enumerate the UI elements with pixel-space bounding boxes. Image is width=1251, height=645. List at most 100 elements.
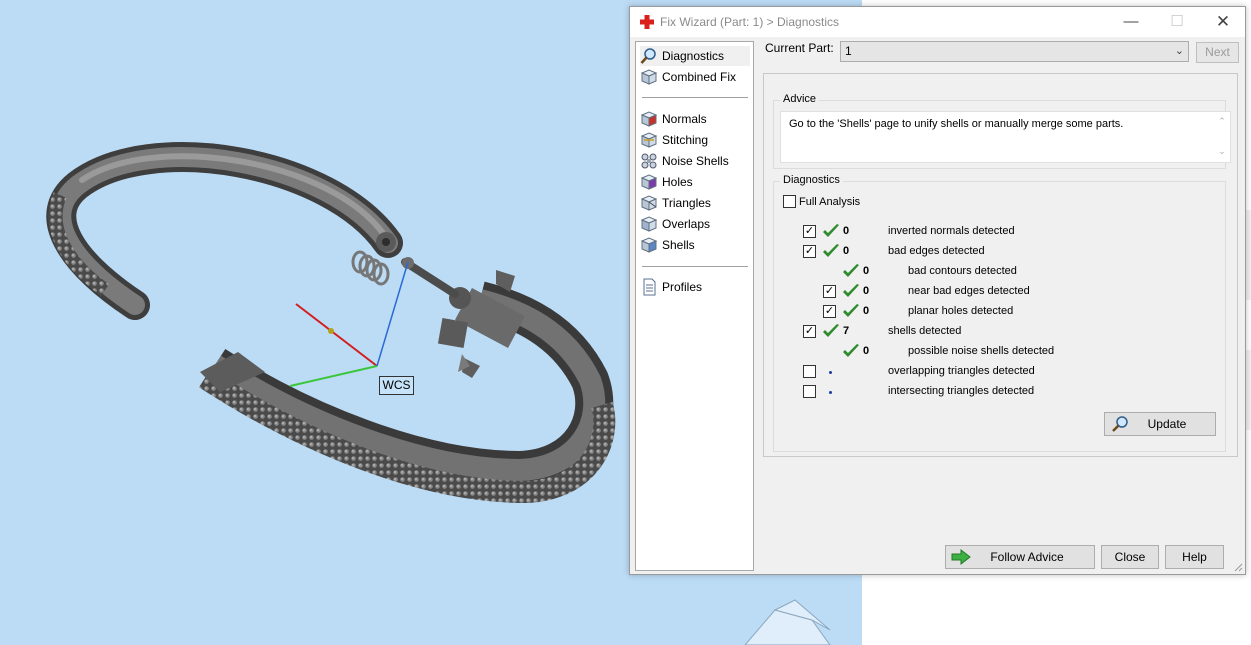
diagnostic-checkbox[interactable]: [803, 365, 816, 378]
diagnostic-label: possible noise shells detected: [908, 345, 1055, 357]
nav-label: Combined Fix: [662, 70, 737, 84]
diagnostic-count: 0: [843, 225, 850, 237]
diagnostic-count: 0: [863, 265, 870, 277]
pending-dot-icon: [829, 391, 832, 394]
nav-item-overlaps[interactable]: Overlaps: [640, 214, 750, 234]
diagnostic-checkbox[interactable]: [803, 385, 816, 398]
nav-item-normals[interactable]: Normals: [640, 109, 750, 129]
nav-label: Stitching: [662, 133, 709, 147]
current-part-value: 1: [845, 44, 852, 58]
advice-text: Go to the 'Shells' page to unify shells …: [789, 118, 1124, 130]
document-icon: [643, 278, 656, 296]
nav-label: Diagnostics: [662, 49, 725, 63]
magnifier-icon: [640, 48, 656, 64]
diagnostic-label: bad contours detected: [908, 265, 1017, 277]
diagnostic-label: inverted normals detected: [888, 225, 1015, 237]
follow-advice-button[interactable]: Follow Advice: [945, 545, 1095, 569]
nav-separator: [642, 97, 748, 98]
nav-item-triangles[interactable]: Triangles: [640, 193, 750, 213]
advice-group-title: Advice: [780, 93, 820, 105]
current-part-label: Current Part:: [765, 41, 834, 55]
nav-label: Triangles: [662, 196, 711, 210]
nav-item-profiles[interactable]: Profiles: [640, 277, 750, 297]
green-arrow-icon: [951, 548, 971, 566]
diagnostic-count: 0: [863, 305, 870, 317]
maximize-button[interactable]: ☐: [1154, 7, 1200, 37]
axis-z: [376, 261, 409, 367]
green-check-icon: [843, 264, 859, 277]
pending-dot-icon: [829, 371, 832, 374]
nav-separator: [642, 266, 748, 267]
update-button[interactable]: Update: [1104, 412, 1216, 436]
diagnostic-checkbox[interactable]: ✓: [803, 325, 816, 338]
axis-x: [295, 303, 378, 367]
diagnostic-label: planar holes detected: [908, 305, 1014, 317]
triangles-cube-icon: [640, 195, 658, 211]
green-check-icon: [843, 304, 859, 317]
close-button[interactable]: Close: [1101, 545, 1159, 569]
green-check-icon: [843, 344, 859, 357]
diagnostic-label: bad edges detected: [888, 245, 985, 257]
nav-item-combined-fix[interactable]: Combined Fix: [640, 67, 750, 87]
diagnostic-label: overlapping triangles detected: [888, 365, 1035, 377]
fix-wizard-dialog: Fix Wizard (Part: 1) > Diagnostics — ☐ ✕…: [629, 6, 1246, 575]
normals-cube-icon: [640, 111, 658, 127]
wizard-nav: Diagnostics Combined Fix Normals Stitchi…: [635, 41, 754, 571]
follow-advice-label: Follow Advice: [990, 550, 1064, 564]
advice-scrollbar[interactable]: ⌃ ⌄: [1216, 116, 1228, 160]
help-button[interactable]: Help: [1165, 545, 1224, 569]
diagnostics-group-title: Diagnostics: [780, 174, 843, 186]
diagnostic-count: 0: [843, 245, 850, 257]
nav-label: Normals: [662, 112, 707, 126]
stitching-cube-icon: [640, 132, 658, 148]
close-window-button[interactable]: ✕: [1200, 7, 1246, 37]
nav-item-noise-shells[interactable]: Noise Shells: [640, 151, 750, 171]
full-analysis-label: Full Analysis: [799, 196, 861, 208]
view-cube: [744, 599, 831, 645]
green-check-icon: [823, 244, 839, 257]
shells-cube-icon: [640, 237, 658, 253]
red-cross-icon: [640, 15, 654, 29]
axis-y: [289, 365, 378, 387]
nav-item-holes[interactable]: Holes: [640, 172, 750, 192]
green-check-icon: [823, 224, 839, 237]
dialog-title: Fix Wizard (Part: 1) > Diagnostics: [660, 15, 840, 29]
nav-label: Overlaps: [662, 217, 711, 231]
title-bar[interactable]: Fix Wizard (Part: 1) > Diagnostics — ☐ ✕: [630, 7, 1245, 37]
diagnostic-checkbox[interactable]: ✓: [803, 245, 816, 258]
diagnostic-checkbox[interactable]: ✓: [823, 285, 836, 298]
diagnostic-count: 7: [843, 325, 850, 337]
full-analysis-checkbox[interactable]: [783, 195, 796, 208]
diagnostic-checkbox[interactable]: ✓: [823, 305, 836, 318]
diagnostics-group: Diagnostics Full Analysis ✓ 0 inverted nor…: [773, 174, 1226, 452]
nav-item-diagnostics[interactable]: Diagnostics: [640, 46, 750, 66]
nav-item-shells[interactable]: Shells: [640, 235, 750, 255]
noise-shells-icon: [641, 153, 657, 169]
nav-item-stitching[interactable]: Stitching: [640, 130, 750, 150]
wcs-label: WCS: [379, 376, 414, 395]
diagnostic-checkbox[interactable]: ✓: [803, 225, 816, 238]
nav-label: Holes: [662, 175, 693, 189]
diagnostic-count: 0: [863, 285, 870, 297]
green-check-icon: [843, 284, 859, 297]
minimize-button[interactable]: —: [1108, 7, 1154, 37]
resize-grip-icon[interactable]: [1233, 562, 1243, 572]
green-check-icon: [823, 324, 839, 337]
chevron-down-icon: ⌄: [1174, 45, 1184, 57]
overlaps-cube-icon: [640, 216, 658, 232]
update-label: Update: [1147, 417, 1187, 431]
advice-group: Advice Go to the 'Shells' page to unify …: [773, 93, 1231, 169]
cube-icon: [640, 69, 658, 85]
diagnostic-label: near bad edges detected: [908, 285, 1030, 297]
nav-label: Profiles: [662, 280, 703, 294]
diagnostic-label: shells detected: [888, 325, 962, 337]
nav-label: Noise Shells: [662, 154, 729, 168]
holes-cube-icon: [640, 174, 658, 190]
diagnostics-panel: Advice Go to the 'Shells' page to unify …: [763, 73, 1238, 457]
next-button[interactable]: Next: [1196, 42, 1239, 63]
current-part-select[interactable]: 1 ⌄: [840, 41, 1189, 62]
diagnostic-label: intersecting triangles detected: [888, 385, 1035, 397]
diagnostic-count: 0: [863, 345, 870, 357]
advice-text-box[interactable]: Go to the 'Shells' page to unify shells …: [780, 111, 1231, 163]
nav-label: Shells: [662, 238, 695, 252]
